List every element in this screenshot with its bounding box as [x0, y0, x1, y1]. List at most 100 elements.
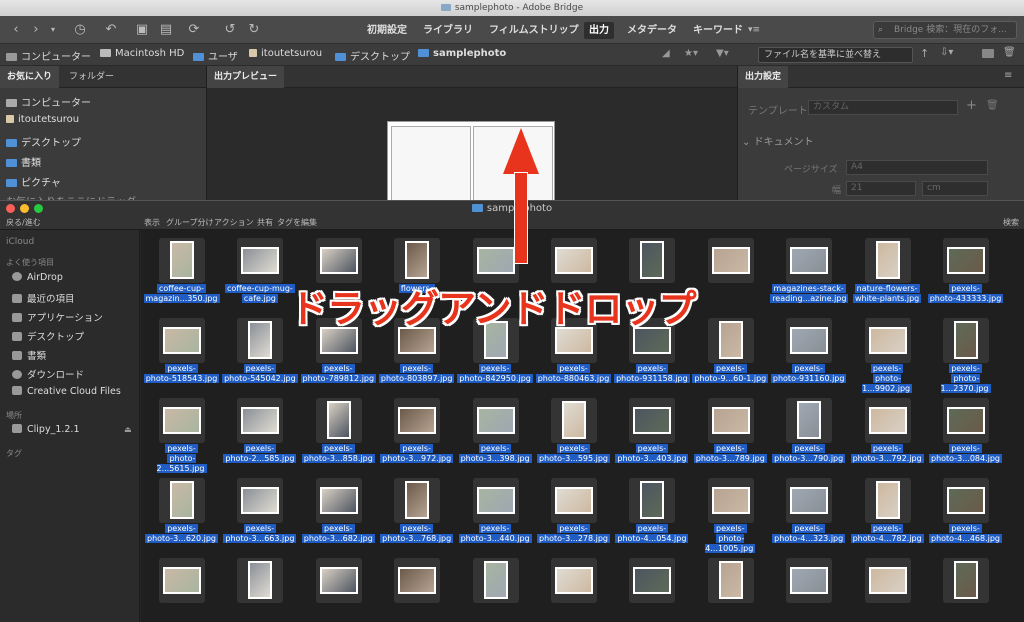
- breadcrumb-desktop[interactable]: デスクトップ: [335, 48, 410, 63]
- boomerang-icon[interactable]: ↶: [104, 21, 118, 39]
- file-item[interactable]: pexels-photo-3...595.jpg: [535, 394, 612, 474]
- file-item[interactable]: pexels-photo-3...084.jpg: [927, 394, 1004, 474]
- delete-template-icon[interactable]: 🗑: [986, 100, 999, 111]
- sidebar-item-airdrop[interactable]: AirDrop: [12, 272, 63, 283]
- sort-select[interactable]: ファイル名を基準に並べ替え: [758, 47, 913, 63]
- file-item[interactable]: [300, 554, 377, 622]
- star-filter-icon[interactable]: ★▾: [684, 48, 698, 59]
- sidebar-item-documents[interactable]: 書類: [12, 348, 46, 362]
- file-item[interactable]: [692, 234, 769, 314]
- file-item[interactable]: pexels-photo-3...858.jpg: [300, 394, 377, 474]
- page-size-select[interactable]: A4: [846, 160, 988, 175]
- file-item[interactable]: pexels-photo-3...278.jpg: [535, 474, 612, 554]
- chevron-down-icon[interactable]: ▾: [48, 21, 58, 39]
- sidebar-item-downloads[interactable]: ダウンロード: [12, 367, 84, 381]
- file-item[interactable]: pexels-photo-2...5615.jpg: [143, 394, 220, 474]
- tab-output-preview[interactable]: 出力プレビュー: [207, 66, 285, 88]
- file-item[interactable]: pexels-photo-3...398.jpg: [457, 394, 534, 474]
- breadcrumb-users[interactable]: ユーザ: [193, 48, 238, 63]
- sort-order-icon[interactable]: ↑: [920, 47, 929, 60]
- review-icon[interactable]: ▤: [158, 21, 174, 39]
- file-item[interactable]: pexels-photo-518543.jpg: [143, 314, 220, 394]
- zoom-button[interactable]: [34, 204, 43, 213]
- sidebar-item-applications[interactable]: アプリケーション: [12, 310, 103, 324]
- back-icon[interactable]: ‹: [8, 21, 24, 39]
- sidebar-item-desktop[interactable]: デスクトップ: [12, 329, 84, 343]
- recent-icon[interactable]: ◷: [70, 21, 90, 39]
- file-item[interactable]: pexels-photo-3...440.jpg: [457, 474, 534, 554]
- tab-folders[interactable]: フォルダー: [62, 66, 121, 88]
- camera-icon[interactable]: ▣: [134, 21, 150, 39]
- breadcrumb-hd[interactable]: Macintosh HD: [100, 48, 184, 59]
- file-item[interactable]: pexels-photo-3...682.jpg: [300, 474, 377, 554]
- filter-icon[interactable]: ▼▾: [716, 48, 729, 59]
- file-item[interactable]: coffee-cup-mug-cafe.jpg: [221, 234, 298, 314]
- action-button[interactable]: アクション: [214, 217, 254, 228]
- file-item[interactable]: pexels-photo-4...1005.jpg: [692, 474, 769, 554]
- bridge-search-input[interactable]: Bridge 検索：現在のフォ...: [873, 21, 1017, 39]
- panel-menu-icon[interactable]: ≡: [1004, 70, 1012, 81]
- file-item[interactable]: pexels-photo-3...768.jpg: [378, 474, 455, 554]
- sidebar-item-device[interactable]: Clipy_1.2.1: [12, 424, 80, 435]
- template-select[interactable]: カスタム: [808, 100, 958, 115]
- file-item[interactable]: pexels-photo-1...2370.jpg: [927, 314, 1004, 394]
- fav-pictures[interactable]: ピクチャ: [6, 174, 61, 189]
- finder-search-button[interactable]: 検索: [1003, 217, 1019, 228]
- file-item[interactable]: [378, 554, 455, 622]
- file-item[interactable]: nature-flowers-white-plants.jpg: [849, 234, 926, 314]
- trash-icon[interactable]: 🗑: [1003, 47, 1016, 58]
- file-item[interactable]: [613, 554, 690, 622]
- workspace-menu-icon[interactable]: ▾≡: [744, 21, 764, 39]
- breadcrumb-samplephoto[interactable]: samplephoto: [418, 48, 506, 59]
- sidebar-item-recents[interactable]: 最近の項目: [12, 291, 75, 305]
- file-item[interactable]: pexels-photo-3...792.jpg: [849, 394, 926, 474]
- file-item[interactable]: pexels-photo-4...468.jpg: [927, 474, 1004, 554]
- unit-select[interactable]: cm: [922, 181, 988, 196]
- file-item[interactable]: pexels-photo-1...9902.jpg: [849, 314, 926, 394]
- file-item[interactable]: pexels-photo-3...972.jpg: [378, 394, 455, 474]
- file-item[interactable]: [221, 554, 298, 622]
- edit-tags-button[interactable]: タグを編集: [277, 217, 317, 228]
- fav-desktop[interactable]: デスクトップ: [6, 134, 81, 149]
- ws-keywords[interactable]: キーワード: [688, 22, 748, 39]
- file-item[interactable]: pexels-photo-3...663.jpg: [221, 474, 298, 554]
- eject-icon[interactable]: ⏏: [124, 425, 132, 434]
- file-item[interactable]: pexels-photo-931160.jpg: [770, 314, 847, 394]
- new-folder-icon[interactable]: [982, 49, 994, 58]
- fav-documents[interactable]: 書類: [6, 154, 41, 169]
- view-button[interactable]: 表示: [144, 217, 160, 228]
- rotate-left-icon[interactable]: ↺: [222, 21, 238, 39]
- ws-filmstrip[interactable]: フィルムストリップ: [484, 22, 584, 39]
- file-item[interactable]: pexels-photo-3...620.jpg: [143, 474, 220, 554]
- ws-output[interactable]: 出力: [584, 22, 614, 39]
- width-field[interactable]: 21: [846, 181, 916, 196]
- minimize-button[interactable]: [20, 204, 29, 213]
- file-item[interactable]: coffee-cup-magazin...350.jpg: [143, 234, 220, 314]
- ws-library[interactable]: ライブラリ: [418, 22, 478, 39]
- fav-home[interactable]: itoutetsurou: [6, 114, 79, 125]
- rotate-right-icon[interactable]: ↻: [246, 21, 262, 39]
- share-button[interactable]: 共有: [257, 217, 273, 228]
- file-item[interactable]: pexels-photo-2...585.jpg: [221, 394, 298, 474]
- refine-icon[interactable]: ⟳: [186, 21, 202, 39]
- sidebar-item-creative-cloud[interactable]: Creative Cloud Files: [12, 386, 121, 397]
- file-item[interactable]: [457, 554, 534, 622]
- file-item[interactable]: pexels-photo-9...60-1.jpg: [692, 314, 769, 394]
- breadcrumb-home[interactable]: itoutetsurou: [249, 48, 322, 59]
- file-item[interactable]: [770, 554, 847, 622]
- file-item[interactable]: pexels-photo-433333.jpg: [927, 234, 1004, 314]
- forward-icon[interactable]: ›: [28, 21, 44, 39]
- tab-favorites[interactable]: お気に入り: [0, 66, 60, 88]
- file-item[interactable]: [143, 554, 220, 622]
- document-section[interactable]: ⌄ ドキュメント: [742, 133, 814, 148]
- image-slot[interactable]: [391, 126, 471, 202]
- tab-output-settings[interactable]: 出力設定: [738, 66, 789, 88]
- file-item[interactable]: [692, 554, 769, 622]
- file-item[interactable]: [849, 554, 926, 622]
- close-button[interactable]: [6, 204, 15, 213]
- quality-icon[interactable]: ◢: [662, 48, 670, 59]
- open-recent-icon[interactable]: ⇩▾: [940, 47, 953, 58]
- file-item[interactable]: pexels-photo-545042.jpg: [221, 314, 298, 394]
- fav-computer[interactable]: コンピューター: [6, 94, 91, 109]
- file-item[interactable]: pexels-photo-4...782.jpg: [849, 474, 926, 554]
